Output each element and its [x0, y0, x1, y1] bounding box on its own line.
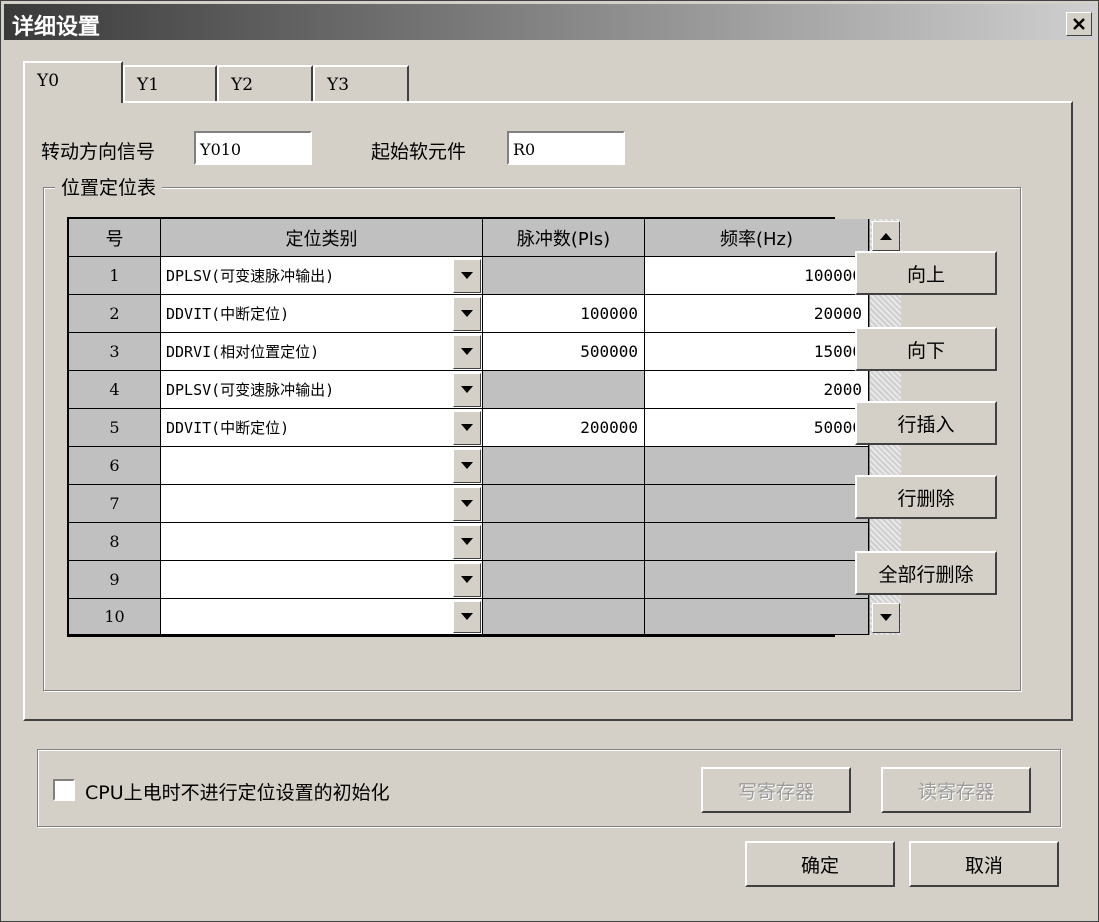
- chevron-down-icon: [461, 424, 473, 431]
- insert-row-button[interactable]: 行插入: [855, 401, 997, 445]
- positioning-type-cell[interactable]: DDRVI(相对位置定位): [161, 333, 483, 371]
- ok-button[interactable]: 确定: [745, 841, 895, 887]
- skip-init-checkbox[interactable]: [53, 779, 75, 801]
- direction-signal-input[interactable]: Y010: [194, 131, 312, 165]
- row-number: 1: [69, 257, 161, 295]
- header-no: 号: [69, 219, 161, 257]
- chevron-down-icon: [461, 272, 473, 279]
- positioning-type-cell[interactable]: [161, 523, 483, 561]
- positioning-table-title: 位置定位表: [55, 173, 163, 200]
- header-pulses: 脉冲数(Pls): [483, 219, 645, 257]
- delete-all-rows-button[interactable]: 全部行删除: [855, 551, 997, 595]
- positioning-type-cell[interactable]: DDVIT(中断定位): [161, 295, 483, 333]
- chevron-down-icon: [461, 613, 473, 620]
- close-button[interactable]: [1066, 12, 1092, 36]
- pulses-cell[interactable]: [483, 447, 645, 485]
- pulses-cell[interactable]: [483, 485, 645, 523]
- type-dropdown-button[interactable]: [453, 487, 481, 521]
- tab-y3[interactable]: Y3: [313, 65, 409, 101]
- frequency-cell[interactable]: [645, 523, 869, 561]
- type-dropdown-button[interactable]: [453, 563, 481, 597]
- frequency-cell[interactable]: 100000: [645, 257, 869, 295]
- pulses-cell[interactable]: 100000: [483, 295, 645, 333]
- frequency-cell[interactable]: 2000: [645, 371, 869, 409]
- chevron-down-icon: [461, 462, 473, 469]
- direction-signal-label: 转动方向信号: [41, 141, 156, 163]
- row-number: 4: [69, 371, 161, 409]
- close-icon: [1073, 18, 1085, 30]
- frequency-cell[interactable]: [645, 485, 869, 523]
- skip-init-label: CPU上电时不进行定位设置的初始化: [85, 782, 390, 804]
- row-number: 2: [69, 295, 161, 333]
- write-register-button[interactable]: 写寄存器: [701, 767, 851, 813]
- frequency-cell[interactable]: 50000: [645, 409, 869, 447]
- pulses-cell[interactable]: 500000: [483, 333, 645, 371]
- header-frequency: 频率(Hz): [645, 219, 869, 257]
- positioning-type-cell[interactable]: [161, 447, 483, 485]
- frequency-cell[interactable]: 15000: [645, 333, 869, 371]
- tab-y0[interactable]: Y0: [23, 61, 123, 103]
- tab-y2[interactable]: Y2: [217, 65, 313, 101]
- scroll-up-button[interactable]: [872, 221, 900, 251]
- pulses-cell[interactable]: 200000: [483, 409, 645, 447]
- type-dropdown-button[interactable]: [453, 449, 481, 483]
- type-dropdown-button[interactable]: [453, 601, 481, 633]
- header-type: 定位类别: [161, 219, 483, 257]
- arrow-down-icon: [880, 614, 892, 621]
- row-number: 3: [69, 333, 161, 371]
- chevron-down-icon: [461, 538, 473, 545]
- pulses-cell[interactable]: [483, 371, 645, 409]
- row-number: 6: [69, 447, 161, 485]
- type-dropdown-button[interactable]: [453, 297, 481, 331]
- pulses-cell[interactable]: [483, 257, 645, 295]
- start-device-label: 起始软元件: [371, 141, 467, 163]
- frequency-cell[interactable]: [645, 561, 869, 599]
- pulses-cell[interactable]: [483, 599, 645, 635]
- chevron-down-icon: [461, 348, 473, 355]
- type-dropdown-button[interactable]: [453, 373, 481, 407]
- positioning-table: 号 定位类别 脉冲数(Pls) 频率(Hz) 1 DPLSV(可变速脉冲输出) 10…: [67, 217, 901, 637]
- positioning-type-cell[interactable]: DPLSV(可变速脉冲输出): [161, 371, 483, 409]
- chevron-down-icon: [461, 310, 473, 317]
- row-number: 9: [69, 561, 161, 599]
- type-dropdown-button[interactable]: [453, 525, 481, 559]
- move-up-button[interactable]: 向上: [855, 251, 997, 295]
- cancel-button[interactable]: 取消: [909, 841, 1059, 887]
- detail-settings-dialog: 详细设置 Y0 Y1 Y2 Y3 转动方向信号 Y010 起始软元件 R0 位置…: [0, 0, 1099, 922]
- positioning-type-cell[interactable]: [161, 599, 483, 635]
- positioning-type-cell[interactable]: [161, 485, 483, 523]
- chevron-down-icon: [461, 576, 473, 583]
- row-number: 7: [69, 485, 161, 523]
- pulses-cell[interactable]: [483, 523, 645, 561]
- positioning-type-cell[interactable]: [161, 561, 483, 599]
- pulses-cell[interactable]: [483, 561, 645, 599]
- chevron-down-icon: [461, 500, 473, 507]
- positioning-type-cell[interactable]: DPLSV(可变速脉冲输出): [161, 257, 483, 295]
- tab-y1[interactable]: Y1: [123, 65, 217, 101]
- type-dropdown-button[interactable]: [453, 411, 481, 445]
- chevron-down-icon: [461, 386, 473, 393]
- positioning-type-cell[interactable]: DDVIT(中断定位): [161, 409, 483, 447]
- read-register-button[interactable]: 读寄存器: [881, 767, 1031, 813]
- frequency-cell[interactable]: [645, 599, 869, 635]
- title-bar[interactable]: 详细设置: [4, 4, 1095, 40]
- scroll-down-button[interactable]: [872, 603, 900, 633]
- delete-row-button[interactable]: 行删除: [855, 475, 997, 519]
- start-device-input[interactable]: R0: [507, 131, 625, 165]
- arrow-up-icon: [880, 233, 892, 240]
- row-number: 5: [69, 409, 161, 447]
- frequency-cell[interactable]: 20000: [645, 295, 869, 333]
- type-dropdown-button[interactable]: [453, 259, 481, 293]
- row-number: 8: [69, 523, 161, 561]
- move-down-button[interactable]: 向下: [855, 327, 997, 371]
- row-number: 10: [69, 599, 161, 635]
- type-dropdown-button[interactable]: [453, 335, 481, 369]
- frequency-cell[interactable]: [645, 447, 869, 485]
- window-title: 详细设置: [12, 15, 101, 40]
